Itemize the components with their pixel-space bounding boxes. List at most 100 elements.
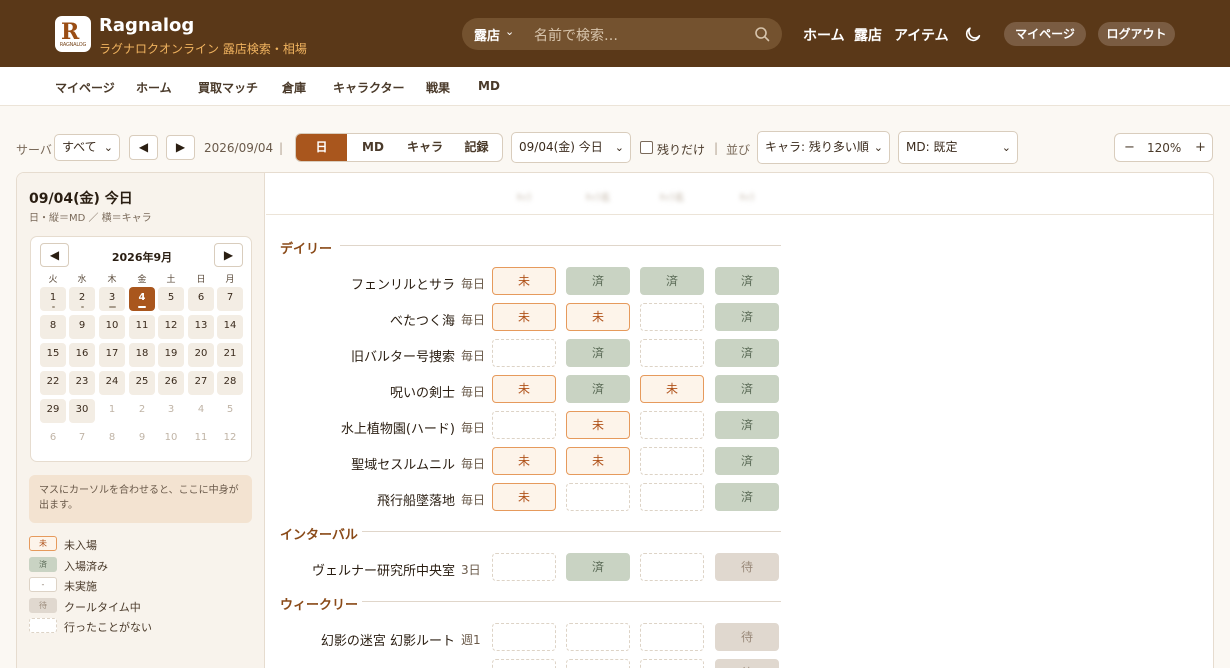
calendar-day[interactable]: 30 <box>69 399 95 423</box>
calendar-day[interactable]: 28 <box>217 371 243 395</box>
calendar-day[interactable]: 26 <box>158 371 184 395</box>
only-remaining-checkbox[interactable] <box>640 141 653 154</box>
status-cell[interactable]: 未 <box>492 267 556 295</box>
search-icon[interactable] <box>754 26 770 42</box>
status-cell[interactable]: 未 <box>566 447 630 475</box>
prev-day-button[interactable]: ◀ <box>129 135 158 160</box>
status-cell[interactable]: 済 <box>566 339 630 367</box>
calendar-day[interactable]: 15 <box>40 343 66 367</box>
calendar-day[interactable]: 13 <box>188 315 214 339</box>
calendar-day[interactable]: 4 <box>188 399 214 423</box>
nav-stalls[interactable]: 露店 <box>854 25 882 45</box>
only-remaining-label[interactable]: 残りだけ <box>657 141 705 158</box>
status-cell[interactable] <box>640 339 704 367</box>
view-day-tab[interactable]: 日 <box>296 134 347 161</box>
status-cell[interactable]: 済 <box>715 375 779 403</box>
status-cell[interactable]: 未 <box>566 303 630 331</box>
sort-select[interactable]: キャラ: 残り多い順 ⌄ <box>757 131 890 164</box>
status-cell[interactable]: 待 <box>715 553 779 581</box>
status-cell[interactable] <box>492 411 556 439</box>
calendar-day[interactable]: 6 <box>188 287 214 311</box>
status-cell[interactable] <box>492 623 556 651</box>
calendar-day[interactable]: 1 <box>99 399 125 423</box>
status-cell[interactable]: 未 <box>640 375 704 403</box>
calendar-day[interactable]: 8 <box>40 315 66 339</box>
status-cell[interactable]: 未 <box>566 411 630 439</box>
calendar-day[interactable]: 5 <box>217 399 243 423</box>
calendar-day[interactable]: 11 <box>188 427 214 451</box>
status-cell[interactable] <box>640 483 704 511</box>
subnav-home[interactable]: ホーム <box>136 79 172 96</box>
zoom-in-button[interactable]: + <box>1195 140 1206 155</box>
status-cell[interactable]: 済 <box>715 411 779 439</box>
view-log-tab[interactable]: 記録 <box>451 134 502 161</box>
calendar-day[interactable]: 25 <box>129 371 155 395</box>
server-select[interactable]: すべて ⌄ <box>54 134 120 161</box>
status-cell[interactable]: 済 <box>715 303 779 331</box>
zoom-out-button[interactable]: − <box>1124 140 1135 155</box>
calendar-day[interactable]: 9 <box>69 315 95 339</box>
status-cell[interactable]: 済 <box>566 375 630 403</box>
status-cell[interactable] <box>640 447 704 475</box>
status-cell[interactable]: 済 <box>640 267 704 295</box>
status-cell[interactable]: 待 <box>715 659 779 668</box>
status-cell[interactable] <box>640 659 704 668</box>
status-cell[interactable] <box>640 623 704 651</box>
calendar-day[interactable]: 3 <box>99 287 125 311</box>
calendar-day[interactable]: 29 <box>40 399 66 423</box>
calendar-day[interactable]: 6 <box>40 427 66 451</box>
calendar-day[interactable]: 2 <box>69 287 95 311</box>
calendar-day[interactable]: 1 <box>40 287 66 311</box>
calendar-day[interactable]: 22 <box>40 371 66 395</box>
character-column-header[interactable]: ｷｬﾗ名 <box>566 189 630 204</box>
view-character-tab[interactable]: キャラ <box>399 134 451 161</box>
calendar-day[interactable]: 3 <box>158 399 184 423</box>
calendar-day[interactable]: 7 <box>217 287 243 311</box>
calendar-day-today[interactable]: 4 <box>129 287 155 311</box>
calendar-day[interactable]: 10 <box>99 315 125 339</box>
nav-items[interactable]: アイテム <box>894 25 949 45</box>
status-cell[interactable] <box>492 339 556 367</box>
logout-button[interactable]: ログアウト <box>1098 22 1175 46</box>
calendar-day[interactable]: 14 <box>217 315 243 339</box>
status-cell[interactable] <box>566 483 630 511</box>
view-md-tab[interactable]: MD <box>347 134 399 161</box>
status-cell[interactable]: 済 <box>566 267 630 295</box>
calendar-day[interactable]: 11 <box>129 315 155 339</box>
calendar-day[interactable]: 19 <box>158 343 184 367</box>
subnav-md[interactable]: MD <box>478 79 500 93</box>
brand-name[interactable]: Ragnalog <box>99 15 194 36</box>
status-cell[interactable]: 済 <box>715 267 779 295</box>
status-cell[interactable] <box>640 553 704 581</box>
status-cell[interactable]: 未 <box>492 483 556 511</box>
status-cell[interactable] <box>640 411 704 439</box>
nav-home[interactable]: ホーム <box>803 25 845 45</box>
calendar-day[interactable]: 10 <box>158 427 184 451</box>
status-cell[interactable]: 未 <box>492 375 556 403</box>
next-day-button[interactable]: ▶ <box>166 135 195 160</box>
calendar-day[interactable]: 20 <box>188 343 214 367</box>
calendar-day[interactable]: 12 <box>158 315 184 339</box>
mypage-button[interactable]: マイページ <box>1004 22 1086 46</box>
status-cell[interactable]: 未 <box>492 447 556 475</box>
calendar-day[interactable]: 21 <box>217 343 243 367</box>
calendar-day[interactable]: 5 <box>158 287 184 311</box>
character-column-header[interactable]: ｷｬﾗ <box>715 189 779 204</box>
character-column-header[interactable]: ｷｬﾗ <box>492 189 556 204</box>
calendar-day[interactable]: 18 <box>129 343 155 367</box>
status-cell[interactable]: 済 <box>566 553 630 581</box>
status-cell[interactable]: 未 <box>492 303 556 331</box>
subnav-characters[interactable]: キャラクター <box>333 79 405 96</box>
moon-icon[interactable] <box>964 25 982 43</box>
subnav-results[interactable]: 戦果 <box>426 79 450 96</box>
calendar-day[interactable]: 23 <box>69 371 95 395</box>
calendar-day[interactable]: 17 <box>99 343 125 367</box>
status-cell[interactable]: 済 <box>715 483 779 511</box>
calendar-day[interactable]: 27 <box>188 371 214 395</box>
status-cell[interactable] <box>492 659 556 668</box>
status-cell[interactable] <box>566 659 630 668</box>
calendar-day[interactable]: 9 <box>129 427 155 451</box>
md-select[interactable]: MD: 既定 ⌄ <box>898 131 1018 164</box>
status-cell[interactable] <box>492 553 556 581</box>
subnav-buy-match[interactable]: 買取マッチ <box>198 79 258 96</box>
